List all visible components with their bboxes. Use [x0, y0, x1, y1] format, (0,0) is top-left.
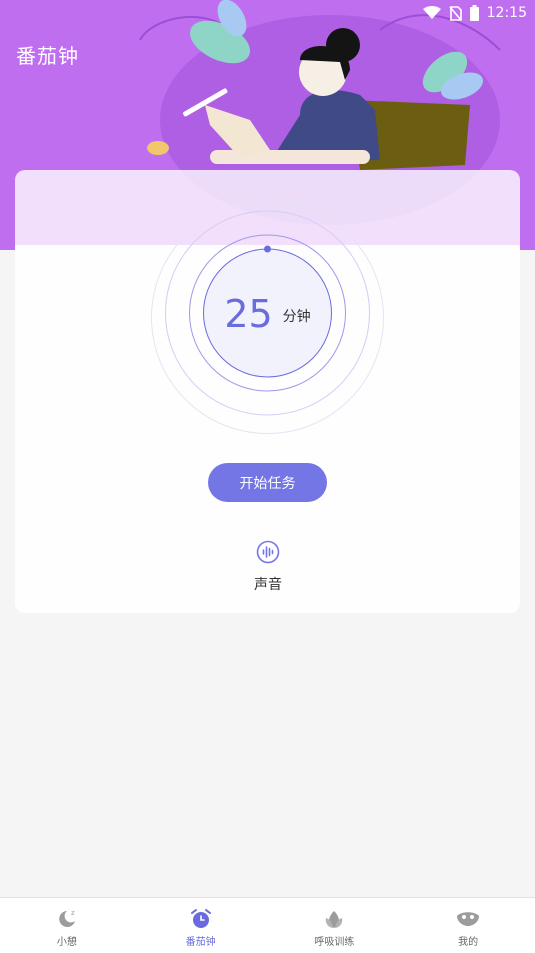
- nav-label: 番茄钟: [185, 937, 216, 948]
- sound-label: 声音: [254, 577, 282, 593]
- start-task-button[interactable]: 开始任务: [208, 463, 327, 502]
- nav-label: 小憩: [56, 937, 77, 948]
- nav-label: 我的: [458, 937, 479, 948]
- plant-icon: [326, 911, 343, 928]
- bottom-nav: z 小憩 番茄钟 呼吸训练 我的: [0, 897, 535, 953]
- timer-dial[interactable]: 25 分钟: [150, 200, 385, 435]
- timer-minutes: 25: [224, 291, 273, 336]
- nav-item-nap[interactable]: z 小憩: [0, 898, 134, 953]
- nav-item-profile[interactable]: 我的: [401, 898, 535, 953]
- status-time: 12:15: [486, 5, 527, 21]
- alarm-clock-icon: [190, 909, 211, 928]
- timer-readout: 25 分钟: [150, 196, 385, 431]
- svg-text:z: z: [71, 909, 75, 917]
- sound-wave-icon: [256, 540, 280, 564]
- battery-icon: [469, 5, 479, 21]
- nav-label: 呼吸训练: [314, 937, 355, 948]
- moon-sleep-icon: z: [59, 909, 75, 927]
- sound-toggle[interactable]: 声音: [238, 540, 298, 594]
- no-sim-icon: [449, 5, 462, 21]
- profile-mask-icon: [457, 912, 480, 926]
- wifi-icon: [422, 6, 441, 20]
- status-bar: 12:15: [0, 0, 535, 26]
- nav-item-pomodoro[interactable]: 番茄钟: [134, 898, 268, 953]
- page-title: 番茄钟: [16, 44, 79, 68]
- nav-item-breathing[interactable]: 呼吸训练: [268, 898, 402, 953]
- timer-unit: 分钟: [282, 308, 311, 325]
